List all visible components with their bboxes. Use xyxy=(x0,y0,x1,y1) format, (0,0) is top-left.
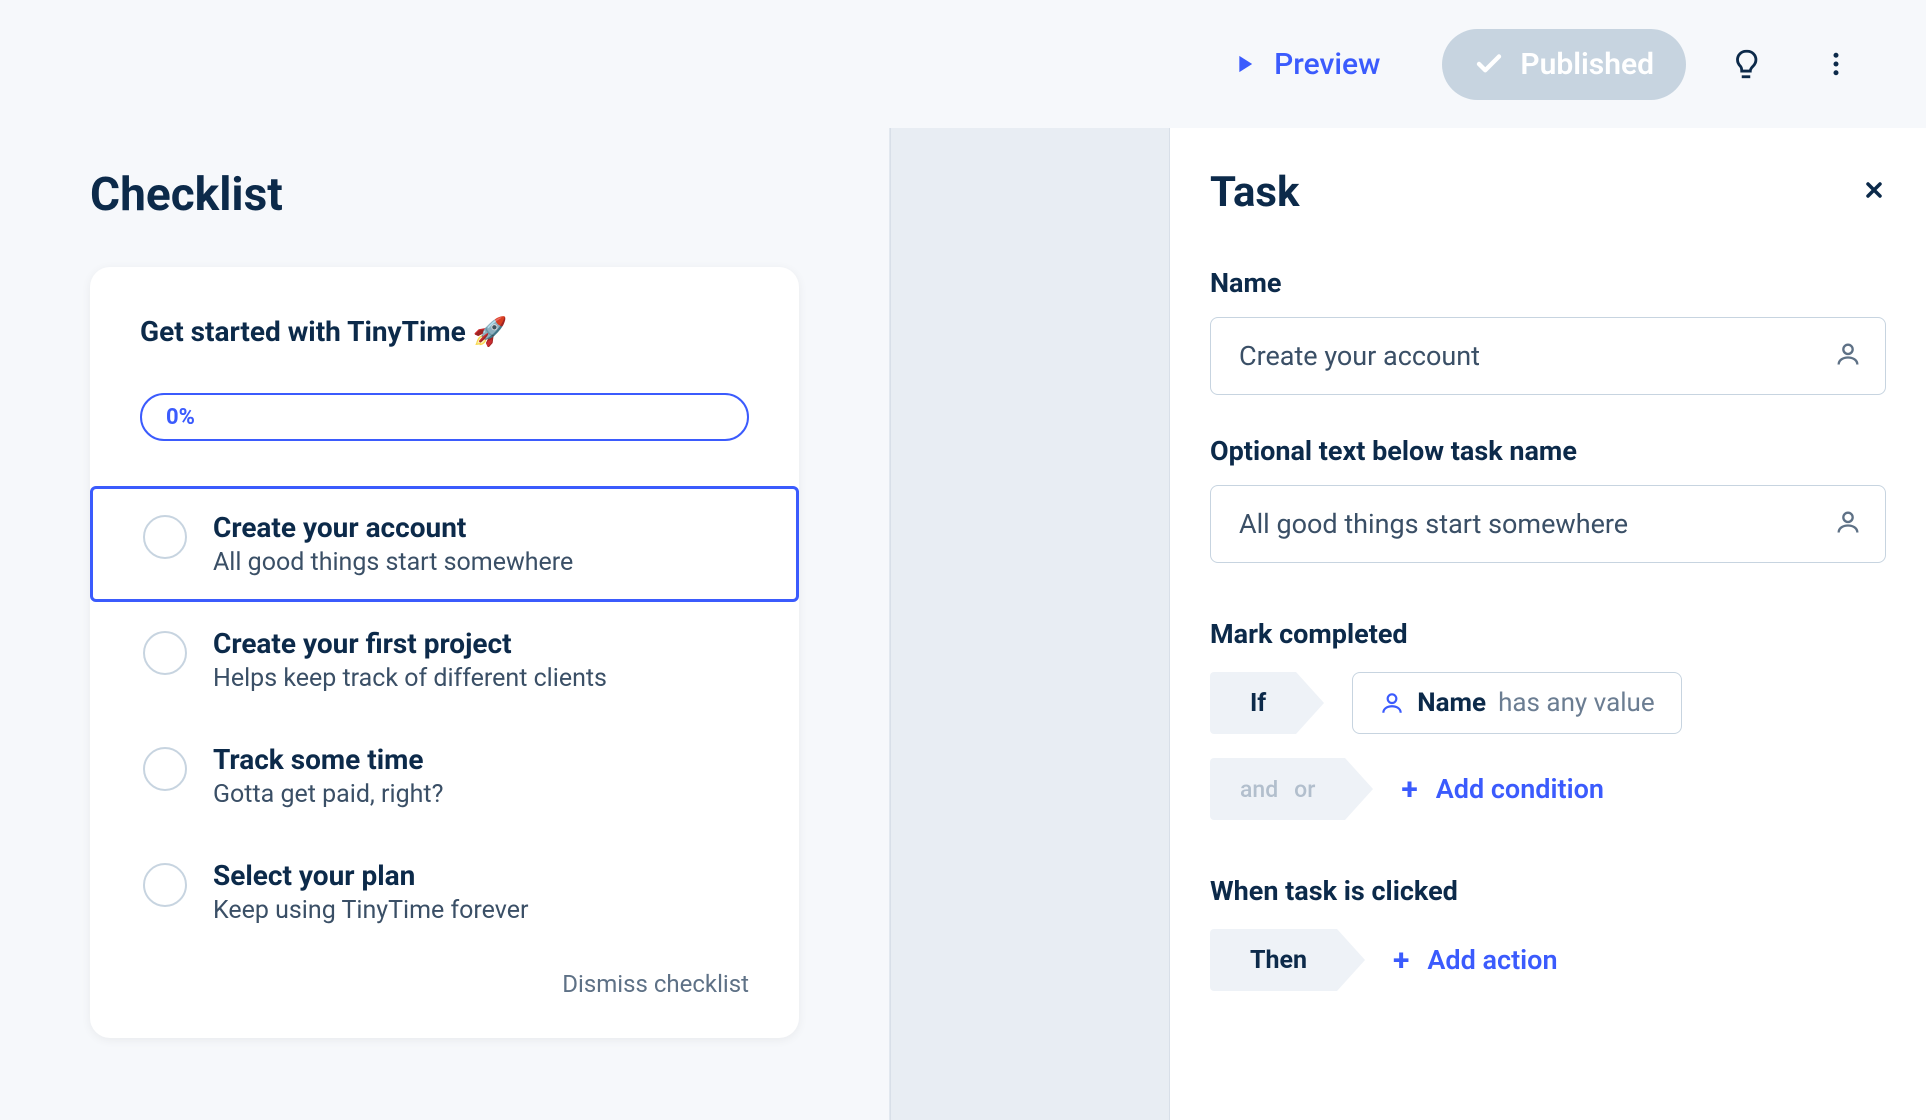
andor-row: and or + Add condition xyxy=(1210,758,1886,820)
circle-icon xyxy=(143,747,187,791)
task-item-3[interactable]: Track some time Gotta get paid, right? xyxy=(90,718,799,834)
task-subtitle: Gotta get paid, right? xyxy=(213,780,746,809)
canvas-gap xyxy=(890,128,1170,1120)
content-row: Checklist Get started with TinyTime 🚀 0%… xyxy=(0,128,1926,1120)
condition-field: Name xyxy=(1417,688,1486,718)
close-button[interactable] xyxy=(1862,175,1886,210)
task-item-2[interactable]: Create your first project Helps keep tra… xyxy=(90,602,799,718)
or-label: or xyxy=(1294,776,1315,803)
task-subtitle: Helps keep track of different clients xyxy=(213,664,746,693)
mark-completed-label: Mark completed xyxy=(1210,618,1886,650)
add-condition-button[interactable]: + Add condition xyxy=(1401,772,1604,807)
optional-field-group: Optional text below task name xyxy=(1210,435,1886,563)
circle-icon xyxy=(143,631,187,675)
checklist-heading: Checklist xyxy=(90,168,799,222)
optional-input[interactable] xyxy=(1210,485,1886,563)
play-icon xyxy=(1230,50,1258,78)
task-text: Select your plan Keep using TinyTime for… xyxy=(213,859,746,925)
if-chip: If xyxy=(1210,672,1296,734)
progress-bar: 0% xyxy=(140,393,749,441)
progress-wrap: 0% xyxy=(90,393,799,441)
task-text: Track some time Gotta get paid, right? xyxy=(213,743,746,809)
then-chip: Then xyxy=(1210,929,1337,991)
tips-button[interactable] xyxy=(1716,34,1776,94)
published-label: Published xyxy=(1520,47,1654,82)
published-button[interactable]: Published xyxy=(1442,29,1686,100)
when-clicked-label: When task is clicked xyxy=(1210,875,1886,907)
more-vertical-icon xyxy=(1821,49,1851,79)
condition-pill[interactable]: Name has any value xyxy=(1352,672,1681,734)
task-item-1[interactable]: Create your account All good things star… xyxy=(90,486,799,602)
task-title: Select your plan xyxy=(213,859,746,892)
name-input[interactable] xyxy=(1210,317,1886,395)
lightbulb-icon xyxy=(1729,47,1763,81)
task-editor-panel: Task Name Optional text below task name xyxy=(1170,128,1926,1120)
condition-predicate: has any value xyxy=(1498,688,1655,718)
checklist-panel: Checklist Get started with TinyTime 🚀 0%… xyxy=(0,128,890,1120)
name-field-group: Name xyxy=(1210,267,1886,395)
task-text: Create your first project Helps keep tra… xyxy=(213,627,746,693)
task-subtitle: Keep using TinyTime forever xyxy=(213,896,746,925)
preview-label: Preview xyxy=(1274,47,1380,82)
task-item-4[interactable]: Select your plan Keep using TinyTime for… xyxy=(90,834,799,950)
task-title: Create your account xyxy=(213,511,746,544)
card-title: Get started with TinyTime 🚀 xyxy=(90,315,799,348)
person-icon xyxy=(1379,690,1405,716)
task-title: Create your first project xyxy=(213,627,746,660)
add-condition-label: Add condition xyxy=(1436,773,1604,805)
side-header: Task xyxy=(1210,168,1886,217)
then-row: Then + Add action xyxy=(1210,929,1886,991)
more-button[interactable] xyxy=(1806,34,1866,94)
optional-label: Optional text below task name xyxy=(1210,435,1886,467)
checklist-card: Get started with TinyTime 🚀 0% Create yo… xyxy=(90,267,799,1038)
progress-text: 0% xyxy=(166,405,195,430)
person-icon xyxy=(1834,508,1862,540)
andor-chip[interactable]: and or xyxy=(1210,758,1345,820)
task-subtitle: All good things start somewhere xyxy=(213,548,746,577)
person-icon xyxy=(1834,340,1862,372)
plus-icon: + xyxy=(1393,943,1409,978)
header-bar: Preview Published xyxy=(0,0,1926,128)
task-title: Track some time xyxy=(213,743,746,776)
circle-icon xyxy=(143,863,187,907)
dismiss-link[interactable]: Dismiss checklist xyxy=(90,950,799,1008)
circle-icon xyxy=(143,515,187,559)
task-text: Create your account All good things star… xyxy=(213,511,746,577)
preview-button[interactable]: Preview xyxy=(1198,29,1412,100)
if-row: If Name has any value xyxy=(1210,672,1886,734)
and-label: and xyxy=(1240,776,1278,803)
add-action-label: Add action xyxy=(1427,944,1557,976)
close-icon xyxy=(1862,178,1886,202)
add-action-button[interactable]: + Add action xyxy=(1393,943,1558,978)
check-icon xyxy=(1474,49,1504,79)
name-label: Name xyxy=(1210,267,1886,299)
plus-icon: + xyxy=(1401,772,1417,807)
panel-title: Task xyxy=(1210,168,1299,217)
